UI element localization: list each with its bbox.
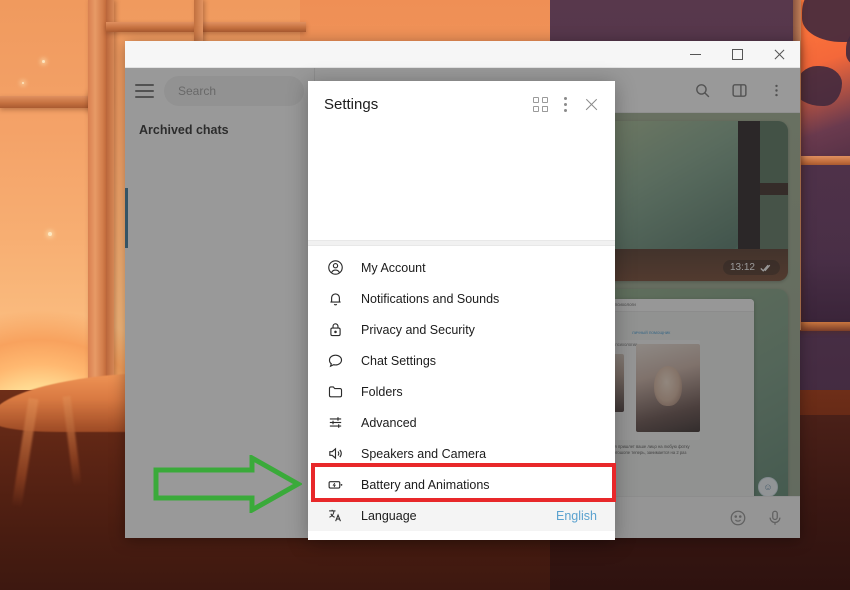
settings-item-label: Speakers and Camera: [361, 446, 487, 461]
settings-item-label: Chat Settings: [361, 353, 437, 368]
language-value: English: [556, 508, 597, 523]
close-button[interactable]: [758, 41, 800, 68]
nested-button: личный помощник: [632, 330, 671, 335]
translate-icon: [326, 506, 345, 525]
nested-screenshot: юриста: психологи личный помощник юбрукт…: [592, 299, 754, 496]
account-icon: [326, 258, 345, 277]
settings-item-label: Folders: [361, 384, 403, 399]
chat-header-icons: [693, 81, 786, 100]
qr-code-icon[interactable]: [533, 97, 548, 112]
settings-items-list: My Account Notifications and Sounds Priv…: [308, 246, 615, 540]
active-chat-indicator: [125, 188, 128, 248]
message-bubble-image[interactable]: Select a chat to start messaging 13:12: [588, 121, 788, 281]
nested-badge: ☺: [758, 477, 778, 496]
chat-bubble-icon: [326, 351, 345, 370]
chat-list-header: Search: [125, 68, 314, 113]
foliage-shadow: [796, 66, 842, 106]
search-icon[interactable]: [693, 81, 712, 100]
maximize-icon: [731, 48, 743, 60]
settings-header-actions: [533, 97, 599, 112]
speaker-icon: [326, 444, 345, 463]
settings-item-language[interactable]: Language English: [308, 500, 615, 531]
read-receipt-icon: [760, 264, 771, 272]
archived-chats-item[interactable]: Archived chats: [125, 113, 314, 147]
window-mullion: [106, 22, 306, 32]
nested-photo: [636, 344, 700, 432]
settings-title: Settings: [324, 96, 379, 113]
settings-item-advanced[interactable]: Advanced: [308, 407, 615, 438]
settings-item-label: Privacy and Security: [361, 322, 475, 337]
settings-profile-area: [308, 128, 615, 240]
minimize-button[interactable]: [674, 41, 716, 68]
settings-item-battery-animations[interactable]: Battery and Animations: [308, 469, 615, 500]
sparkle: [22, 82, 24, 84]
nested-titlebar: юриста: психологи: [592, 299, 754, 312]
window-mullion: [0, 96, 90, 108]
message-time: 13:12: [729, 262, 755, 273]
microphone-icon[interactable]: [765, 508, 784, 527]
green-pointer-arrow: [152, 455, 302, 513]
window-titlebar: [125, 41, 800, 68]
settings-item-label: Notifications and Sounds: [361, 291, 500, 306]
emoji-icon[interactable]: [728, 508, 747, 527]
maximize-button[interactable]: [716, 41, 758, 68]
window-mullion: [800, 322, 850, 331]
settings-dialog: Settings My Account Notifications and So: [308, 81, 615, 540]
search-placeholder: Search: [178, 83, 217, 98]
sidebar-icon[interactable]: [730, 81, 749, 100]
sparkle: [42, 60, 45, 63]
close-icon[interactable]: [584, 97, 599, 112]
settings-dialog-header: Settings: [308, 81, 615, 128]
more-vertical-icon[interactable]: [564, 97, 568, 112]
settings-item-label: Battery and Animations: [361, 477, 490, 492]
lock-icon: [326, 320, 345, 339]
settings-item-my-account[interactable]: My Account: [308, 252, 615, 283]
nested-body: личный помощник юбрукта, психологии ка, …: [592, 312, 754, 496]
settings-item-label: My Account: [361, 260, 426, 275]
settings-item-label: Advanced: [361, 415, 417, 430]
settings-item-privacy[interactable]: Privacy and Security: [308, 314, 615, 345]
settings-item-folders[interactable]: Folders: [308, 376, 615, 407]
settings-item-chat-settings[interactable]: Chat Settings: [308, 345, 615, 376]
folder-icon: [326, 382, 345, 401]
battery-icon: [326, 475, 345, 494]
settings-item-notifications[interactable]: Notifications and Sounds: [308, 283, 615, 314]
hamburger-menu-icon[interactable]: [135, 83, 154, 98]
more-icon[interactable]: [767, 81, 786, 100]
window-mullion: [800, 156, 850, 165]
bell-icon: [326, 289, 345, 308]
settings-item-label: Language: [361, 508, 417, 523]
message-bubble-image[interactable]: юриста: психологи личный помощник юбрукт…: [588, 289, 788, 496]
window-mullion: [88, 0, 106, 430]
minimize-icon: [689, 53, 701, 55]
message-meta: 13:12: [722, 260, 780, 275]
search-input[interactable]: Search: [164, 75, 304, 106]
window-mullion: [106, 0, 114, 430]
settings-item-speakers-camera[interactable]: Speakers and Camera: [308, 438, 615, 469]
close-icon: [773, 48, 786, 61]
sliders-icon: [326, 413, 345, 432]
sparkle: [48, 232, 52, 236]
window-pane: [800, 165, 850, 325]
